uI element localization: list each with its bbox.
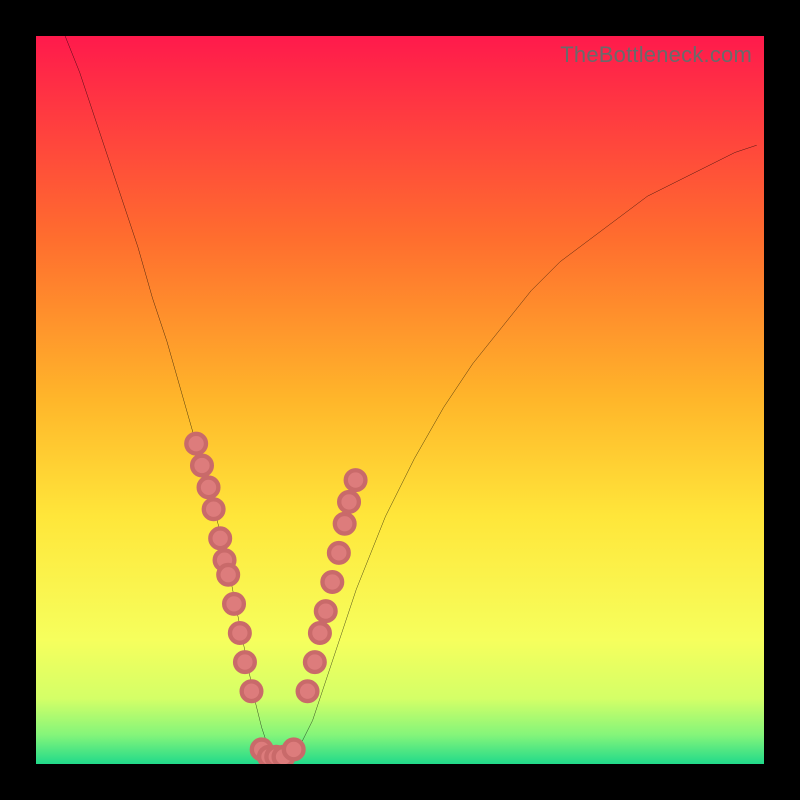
data-marker: [235, 652, 255, 672]
data-marker: [335, 514, 355, 534]
data-marker: [242, 681, 262, 701]
data-marker: [199, 478, 219, 498]
data-marker: [329, 543, 349, 563]
data-marker: [218, 565, 238, 585]
data-marker: [284, 740, 304, 760]
data-marker: [210, 528, 230, 548]
chart-frame: TheBottleneck.com: [0, 0, 800, 800]
data-marker: [298, 681, 318, 701]
data-marker: [204, 499, 224, 519]
data-marker: [316, 601, 336, 621]
data-marker: [322, 572, 342, 592]
data-marker: [310, 623, 330, 643]
data-marker: [186, 434, 206, 454]
data-marker: [339, 492, 359, 512]
data-marker: [230, 623, 250, 643]
plot-area: TheBottleneck.com: [36, 36, 764, 764]
data-marker: [346, 470, 366, 490]
bottleneck-curve: [36, 36, 764, 764]
data-marker: [192, 456, 212, 476]
watermark-text: TheBottleneck.com: [560, 42, 752, 68]
data-marker: [224, 594, 244, 614]
data-marker: [305, 652, 325, 672]
